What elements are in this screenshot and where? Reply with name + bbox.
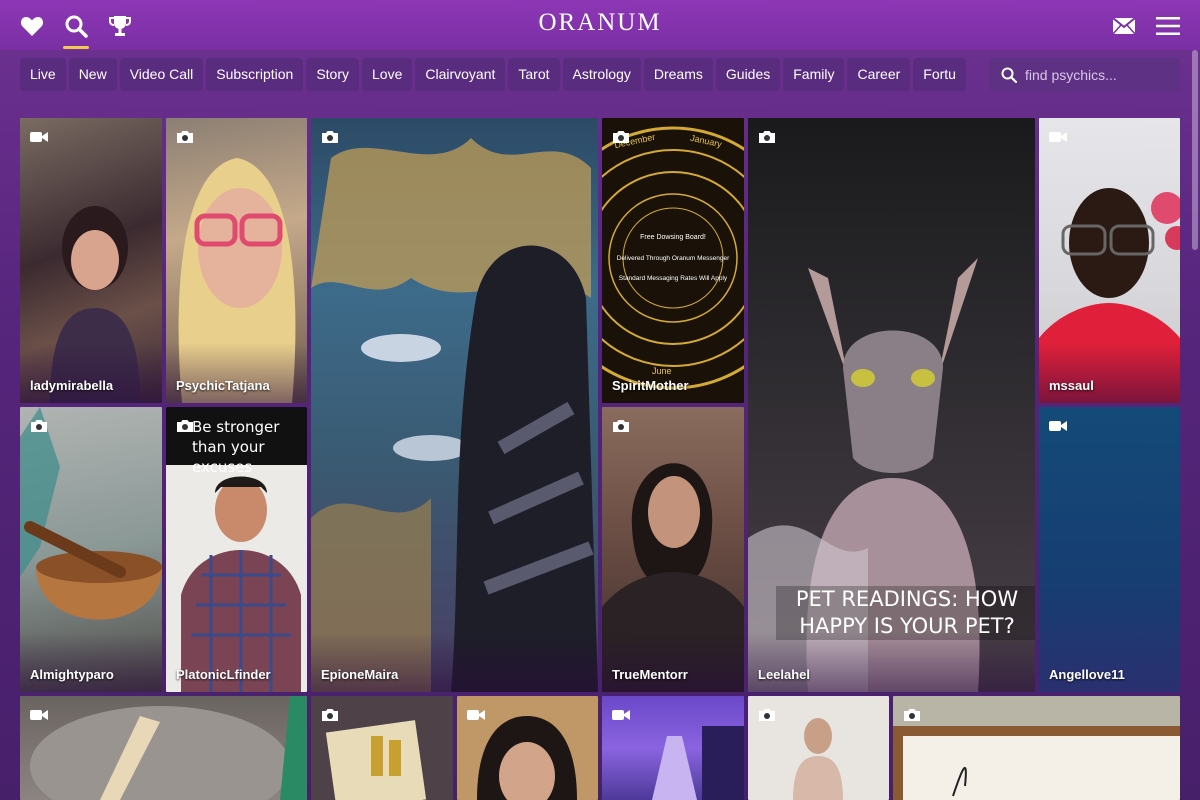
board-text-line3: Standard Messaging Rates Will Apply: [618, 275, 728, 282]
camera-icon: [904, 709, 920, 721]
category-clairvoyant[interactable]: Clairvoyant: [415, 58, 506, 91]
camera-icon: [177, 420, 193, 432]
psychic-tile[interactable]: [602, 696, 744, 800]
psychic-tile[interactable]: [20, 696, 307, 800]
psychic-tile[interactable]: [893, 696, 1180, 800]
psychic-search-box: [989, 58, 1180, 92]
category-astrology[interactable]: Astrology: [562, 58, 641, 91]
sign-image: [893, 726, 1180, 800]
camera-icon: [177, 131, 193, 143]
board-month-june: June: [652, 366, 672, 376]
awards-button[interactable]: [104, 10, 136, 42]
category-career[interactable]: Career: [847, 58, 911, 91]
logo-text: ORANUM: [538, 9, 662, 36]
video-camera-icon: [612, 710, 630, 720]
category-live[interactable]: Live: [20, 58, 66, 91]
search-icon: [1001, 67, 1017, 83]
search-icon: [65, 15, 88, 38]
psychic-tile[interactable]: [457, 696, 598, 800]
category-fortune[interactable]: Fortu: [913, 58, 966, 91]
video-camera-icon: [30, 132, 48, 142]
heart-icon: [20, 17, 44, 36]
camera-icon: [322, 131, 338, 143]
profile-photo: [181, 476, 301, 692]
top-bar: ORANUM: [0, 0, 1200, 50]
psychic-name: PsychicTatjana: [176, 378, 270, 393]
mail-icon: [1112, 17, 1136, 35]
oranum-logo[interactable]: ORANUM: [500, 9, 700, 43]
psychic-tile[interactable]: [311, 696, 453, 800]
category-guides[interactable]: Guides: [715, 58, 781, 91]
psychic-tile[interactable]: Almightyparo: [20, 407, 162, 692]
camera-icon: [613, 420, 629, 432]
search-nav-button[interactable]: [60, 10, 92, 42]
psychic-tile[interactable]: Angellove11: [1039, 407, 1180, 692]
psychic-tile[interactable]: PET READINGS: HOW HAPPY IS YOUR PET? Lee…: [748, 118, 1035, 692]
psychic-tile[interactable]: [748, 696, 889, 800]
category-story[interactable]: Story: [306, 58, 359, 91]
camera-icon: [759, 131, 775, 143]
psychic-tile[interactable]: Be stronger than your excuses PlatonicLf…: [166, 407, 307, 692]
category-subscription[interactable]: Subscription: [206, 58, 304, 91]
psychic-name: mssaul: [1049, 378, 1094, 393]
category-video-call[interactable]: Video Call: [119, 58, 204, 91]
favorites-button[interactable]: [16, 10, 48, 42]
messages-button[interactable]: [1108, 10, 1140, 42]
video-camera-icon: [467, 710, 485, 720]
menu-icon: [1156, 17, 1180, 35]
psychic-name: Angellove11: [1049, 667, 1125, 682]
video-camera-icon: [1049, 421, 1067, 431]
profile-photo: [311, 138, 598, 692]
camera-icon: [613, 131, 629, 143]
psychic-tile[interactable]: PsychicTatjana: [166, 118, 307, 403]
psychic-name: ladymirabella: [30, 378, 114, 393]
profile-photo: [30, 696, 307, 800]
psychic-tile[interactable]: EpioneMaira: [311, 118, 598, 692]
psychic-name: Almightyparo: [30, 667, 114, 682]
camera-icon: [322, 709, 338, 721]
psychic-tile[interactable]: mssaul: [1039, 118, 1180, 403]
trophy-icon: [109, 16, 131, 36]
category-love[interactable]: Love: [362, 58, 413, 91]
psychic-name: PlatonicLfinder: [176, 667, 271, 682]
psychic-name: Leelahel: [758, 667, 811, 682]
menu-button[interactable]: [1152, 10, 1184, 42]
psychic-name: SpiritMother: [612, 378, 689, 393]
active-tab-indicator: [63, 46, 89, 49]
category-family[interactable]: Family: [783, 58, 845, 91]
board-text-line1: Free Dowsing Board!: [640, 234, 706, 241]
psychic-tile[interactable]: December January Free Dowsing Board! Del…: [602, 118, 744, 403]
board-text-line2: Delivered Through Oranum Messenger: [616, 255, 730, 262]
video-camera-icon: [30, 710, 48, 720]
camera-icon: [759, 709, 775, 721]
page-scrollbar[interactable]: [1192, 50, 1198, 250]
category-new[interactable]: New: [68, 58, 117, 91]
psychic-tile[interactable]: TrueMentorr: [602, 407, 744, 692]
category-tarot[interactable]: Tarot: [508, 58, 560, 91]
video-camera-icon: [1049, 132, 1067, 142]
camera-icon: [31, 420, 47, 432]
category-filter-bar: Live New Video Call Subscription Story Love Cl…: [20, 58, 990, 92]
psychic-tile[interactable]: ladymirabella: [20, 118, 162, 403]
psychic-name: TrueMentorr: [612, 667, 688, 682]
category-dreams[interactable]: Dreams: [643, 58, 713, 91]
psychic-name: EpioneMaira: [321, 667, 399, 682]
search-input[interactable]: [1025, 58, 1175, 92]
